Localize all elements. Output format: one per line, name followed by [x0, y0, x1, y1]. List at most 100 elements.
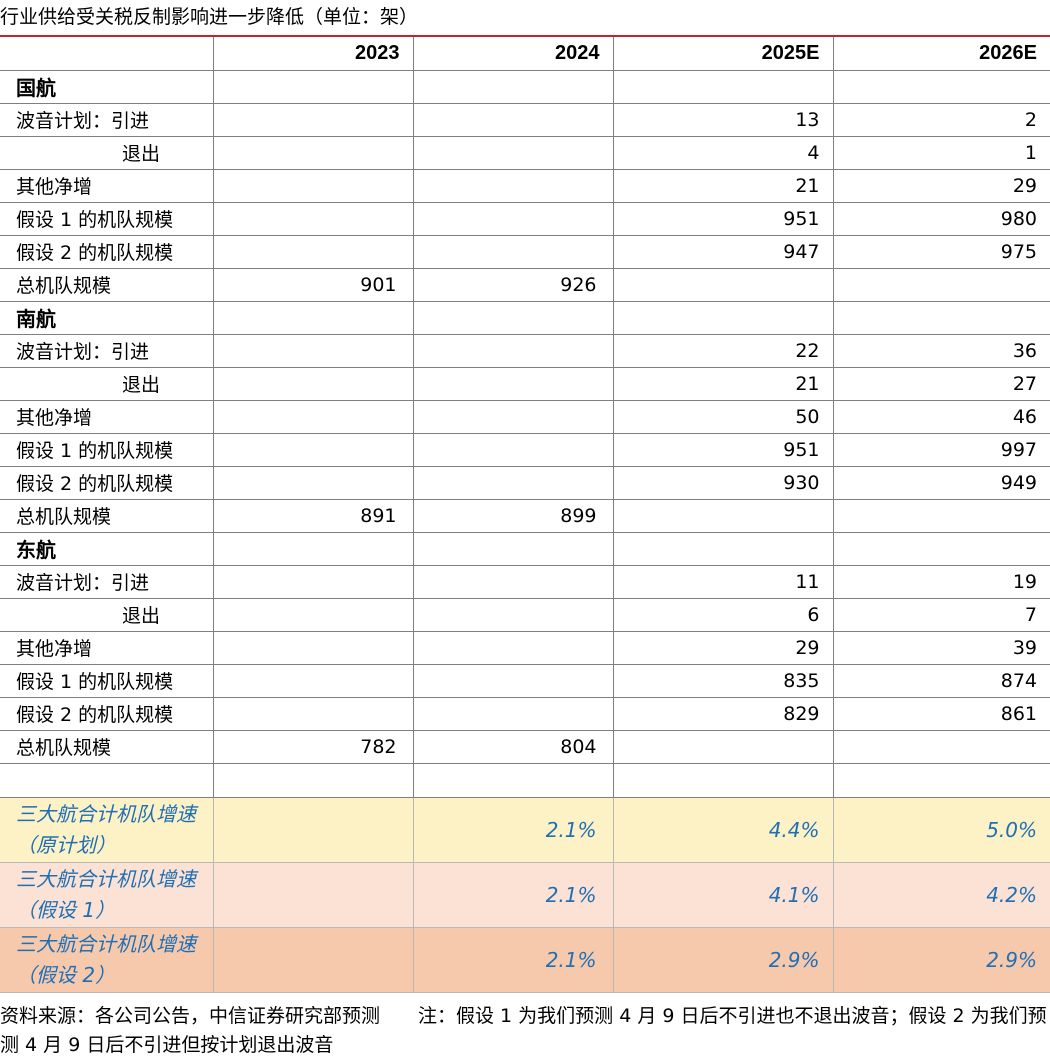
growth-value-2024: 2.1%	[412, 796, 613, 863]
growth-value-2024: 2.1%	[412, 927, 613, 993]
source-note: 资料来源：各公司公告，中信证券研究部预测 注：假设 1 为我们预测 4 月 9 …	[0, 1005, 1047, 1056]
value-cell-2025e: 829	[612, 697, 833, 731]
growth-value-2024: 2.1%	[412, 862, 613, 928]
value-cell-2023	[212, 202, 413, 236]
value-cell-2026e: 980	[832, 202, 1050, 236]
value-cell-2024	[412, 334, 613, 368]
table-row: 其他净增 29 39	[0, 631, 1050, 665]
table-row: 退出 4 1	[0, 136, 1050, 170]
growth-label: 三大航合计机队增速（假设 1）	[0, 862, 213, 928]
empty-cell	[612, 70, 833, 104]
value-cell-2024	[412, 367, 613, 401]
value-cell-2024	[412, 664, 613, 698]
growth-row: 三大航合计机队增速（原计划） 2.1% 4.4% 5.0%	[0, 796, 1050, 863]
value-cell-2025e: 13	[612, 103, 833, 137]
growth-label: 三大航合计机队增速（假设 2）	[0, 927, 213, 993]
table-row: 其他净增 50 46	[0, 400, 1050, 434]
growth-value-2025e: 4.1%	[612, 862, 833, 928]
value-cell-2025e: 951	[612, 433, 833, 467]
value-cell-2026e: 874	[832, 664, 1050, 698]
table-row: 假设 2 的机队规模 829 861	[0, 697, 1050, 731]
value-cell-2025e	[612, 730, 833, 764]
header-cell-2026e: 2026E	[832, 37, 1050, 71]
row-label: 波音计划：引进	[0, 565, 213, 599]
value-cell-2023	[212, 565, 413, 599]
value-cell-2023	[212, 103, 413, 137]
value-cell-2025e: 930	[612, 466, 833, 500]
value-cell-2026e: 39	[832, 631, 1050, 665]
empty-cell	[612, 763, 833, 798]
value-cell-2024	[412, 400, 613, 434]
growth-value-2026e: 2.9%	[832, 927, 1050, 993]
row-label: 其他净增	[0, 631, 213, 665]
value-cell-2023: 901	[212, 268, 413, 302]
growth-row: 三大航合计机队增速（假设 1） 2.1% 4.1% 4.2%	[0, 862, 1050, 928]
value-cell-2024	[412, 565, 613, 599]
empty-cell	[612, 301, 833, 335]
row-label: 假设 1 的机队规模	[0, 202, 213, 236]
growth-value-2026e: 5.0%	[832, 796, 1050, 863]
empty-cell	[412, 532, 613, 566]
value-cell-2024	[412, 169, 613, 203]
header-cell-2023: 2023	[212, 37, 413, 71]
value-cell-2024: 926	[412, 268, 613, 302]
value-cell-2025e: 50	[612, 400, 833, 434]
table-row: 退出 6 7	[0, 598, 1050, 632]
row-label: 退出	[0, 598, 213, 632]
value-cell-2026e	[832, 730, 1050, 764]
table-row: 假设 2 的机队规模 930 949	[0, 466, 1050, 500]
row-label: 退出	[0, 136, 213, 170]
value-cell-2025e: 835	[612, 664, 833, 698]
section-header-row: 南航	[0, 301, 1050, 335]
row-label: 其他净增	[0, 169, 213, 203]
value-cell-2025e: 6	[612, 598, 833, 632]
value-cell-2026e	[832, 499, 1050, 533]
table-row: 假设 1 的机队规模 835 874	[0, 664, 1050, 698]
value-cell-2023	[212, 466, 413, 500]
row-label: 总机队规模	[0, 268, 213, 302]
empty-cell	[832, 763, 1050, 798]
table-row: 假设 1 的机队规模 951 997	[0, 433, 1050, 467]
value-cell-2026e: 7	[832, 598, 1050, 632]
value-cell-2024	[412, 466, 613, 500]
value-cell-2024	[412, 433, 613, 467]
growth-value-2023	[212, 796, 413, 863]
value-cell-2024	[412, 136, 613, 170]
empty-cell	[412, 70, 613, 104]
value-cell-2023	[212, 664, 413, 698]
growth-label: 三大航合计机队增速（原计划）	[0, 796, 213, 863]
row-label: 波音计划：引进	[0, 103, 213, 137]
value-cell-2024	[412, 103, 613, 137]
empty-cell	[612, 532, 833, 566]
value-cell-2026e: 975	[832, 235, 1050, 269]
growth-row: 三大航合计机队增速（假设 2） 2.1% 2.9% 2.9%	[0, 927, 1050, 993]
value-cell-2023	[212, 697, 413, 731]
value-cell-2023	[212, 235, 413, 269]
value-cell-2024: 899	[412, 499, 613, 533]
value-cell-2023	[212, 433, 413, 467]
value-cell-2023	[212, 169, 413, 203]
empty-cell	[0, 763, 213, 798]
table-row: 退出 21 27	[0, 367, 1050, 401]
value-cell-2026e	[832, 268, 1050, 302]
value-cell-2023	[212, 367, 413, 401]
growth-value-2023	[212, 927, 413, 993]
section-title: 国航	[0, 70, 213, 104]
row-label: 退出	[0, 367, 213, 401]
empty-cell	[832, 301, 1050, 335]
row-label: 波音计划：引进	[0, 334, 213, 368]
table-row: 假设 2 的机队规模 947 975	[0, 235, 1050, 269]
value-cell-2026e: 949	[832, 466, 1050, 500]
value-cell-2025e: 21	[612, 169, 833, 203]
value-cell-2026e: 2	[832, 103, 1050, 137]
row-label: 假设 1 的机队规模	[0, 433, 213, 467]
empty-cell	[212, 70, 413, 104]
empty-cell	[212, 301, 413, 335]
value-cell-2025e: 21	[612, 367, 833, 401]
value-cell-2025e	[612, 268, 833, 302]
value-cell-2026e: 36	[832, 334, 1050, 368]
value-cell-2023: 782	[212, 730, 413, 764]
value-cell-2025e: 29	[612, 631, 833, 665]
section-header-row: 国航	[0, 70, 1050, 104]
value-cell-2023	[212, 400, 413, 434]
